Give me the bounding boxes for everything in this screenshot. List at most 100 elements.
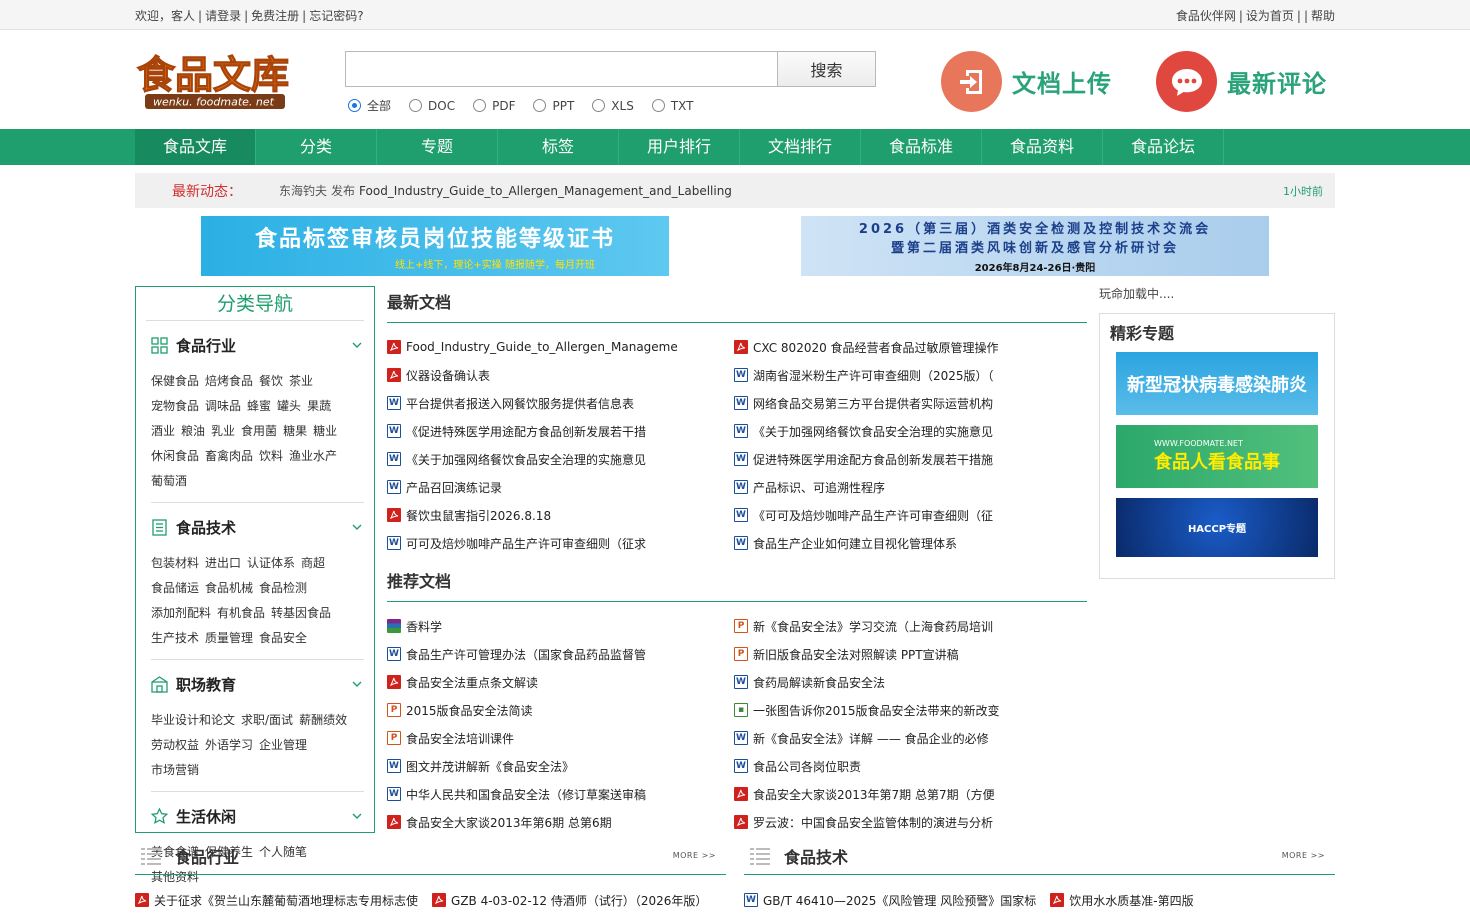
register-link[interactable]: 免费注册 (251, 9, 299, 23)
doc-link[interactable]: W 《促进特殊医学用途配方食品创新发展若干措 (387, 417, 734, 445)
category-link[interactable]: 认证体系 (247, 556, 295, 570)
doc-link[interactable]: 关于征求《贺兰山东麓葡萄酒地理标志专用标志使 (135, 886, 418, 914)
doc-link[interactable]: W 食品生产许可管理办法（国家食品药品监督管 (387, 640, 734, 668)
doc-link[interactable]: 餐饮虫鼠害指引2026.8.18 (387, 501, 734, 529)
doc-link[interactable]: GZB 4-03-02-12 侍酒师（试行）（2026年版） (432, 886, 707, 914)
category-link[interactable]: 畜禽肉品 (205, 449, 253, 463)
news-doc-link[interactable]: Food_Industry_Guide_to_Allergen_Manageme… (359, 184, 732, 198)
type-radio-xls[interactable]: XLS (592, 97, 634, 114)
nav-item-materials[interactable]: 食品资料 (982, 129, 1103, 165)
doc-link[interactable]: W 产品召回演练记录 (387, 473, 734, 501)
doc-link[interactable]: P 食品安全法培训课件 (387, 724, 734, 752)
doc-link[interactable]: Food_Industry_Guide_to_Allergen_Manageme (387, 333, 734, 361)
category-link[interactable]: 食品安全 (259, 631, 307, 645)
category-link[interactable]: 转基因食品 (271, 606, 331, 620)
category-link[interactable]: 蜂蜜 (247, 399, 271, 413)
doc-link[interactable]: P 2015版食品安全法简读 (387, 696, 734, 724)
category-link[interactable]: 饮料 (259, 449, 283, 463)
category-link[interactable]: 粮油 (181, 424, 205, 438)
category-link[interactable]: 乳业 (211, 424, 235, 438)
doc-link[interactable]: W 《可可及焙炒咖啡产品生产许可审查细则（征 (734, 501, 1087, 529)
category-link[interactable]: 有机食品 (217, 606, 265, 620)
category-link[interactable]: 薪酬绩效 (299, 713, 347, 727)
chevron-down-icon[interactable] (352, 811, 362, 821)
category-header[interactable]: 职场教育 (151, 660, 364, 708)
site-logo[interactable]: 食品文库 wenku. foodmate. net (135, 50, 303, 112)
help-link[interactable]: 帮助 (1311, 9, 1335, 23)
category-link[interactable]: 食品储运 (151, 581, 199, 595)
type-radio-txt[interactable]: TXT (651, 97, 694, 114)
chevron-down-icon[interactable] (352, 679, 362, 689)
type-radio-ppt[interactable]: PPT (533, 97, 574, 114)
category-link[interactable]: 毕业设计和论文 (151, 713, 235, 727)
nav-item-home[interactable]: 食品文库 (135, 129, 256, 165)
doc-link[interactable]: 香料学 (387, 612, 734, 640)
doc-link[interactable]: W 湖南省湿米粉生产许可审查细则（2025版）（ (734, 361, 1087, 389)
nav-item-tags[interactable]: 标签 (498, 129, 619, 165)
category-link[interactable]: 调味品 (205, 399, 241, 413)
industry-more-link[interactable]: MORE >> (673, 851, 716, 860)
category-link[interactable]: 宠物食品 (151, 399, 199, 413)
news-user[interactable]: 东海钓夫 (279, 182, 327, 199)
category-link[interactable]: 包装材料 (151, 556, 199, 570)
search-input[interactable] (345, 51, 777, 87)
category-link[interactable]: 食用菌 (241, 424, 277, 438)
category-link[interactable]: 餐饮 (259, 374, 283, 388)
category-link[interactable]: 焙烤食品 (205, 374, 253, 388)
category-link[interactable]: 糖果 (283, 424, 307, 438)
nav-item-topics[interactable]: 专题 (377, 129, 498, 165)
category-link[interactable]: 果蔬 (307, 399, 331, 413)
doc-link[interactable]: W GB/T 46410—2025《风险管理 风险预警》国家标 (744, 886, 1036, 914)
doc-link[interactable]: 食品安全大家谈2013年第6期 总第6期 (387, 808, 734, 836)
category-header[interactable]: 生活休闲 (151, 792, 364, 840)
type-radio-all[interactable]: 全部 (348, 97, 391, 114)
doc-link[interactable]: 仪器设备确认表 (387, 361, 734, 389)
nav-item-user-rank[interactable]: 用户排行 (619, 129, 740, 165)
doc-link[interactable]: CXC 802020 食品经营者食品过敏原管理操作 (734, 333, 1087, 361)
comments-promo[interactable]: 最新评论 (1156, 51, 1327, 112)
doc-link[interactable]: W 图文并茂讲解新《食品安全法》 (387, 752, 734, 780)
doc-link[interactable]: 食品安全大家谈2013年第7期 总第7期（方便 (734, 780, 1087, 808)
doc-link[interactable]: W 产品标识、可追溯性程序 (734, 473, 1087, 501)
doc-link[interactable]: W 可可及焙炒咖啡产品生产许可审查细则（征求 (387, 529, 734, 557)
type-radio-doc[interactable]: DOC (409, 97, 455, 114)
doc-link[interactable]: 罗云波：中国食品安全监管体制的演进与分析 (734, 808, 1087, 836)
category-link[interactable]: 葡萄酒 (151, 474, 187, 488)
category-link[interactable]: 罐头 (277, 399, 301, 413)
tech-more-link[interactable]: MORE >> (1282, 851, 1325, 860)
nav-item-forum[interactable]: 食品论坛 (1103, 129, 1224, 165)
category-link[interactable]: 食品检测 (259, 581, 307, 595)
set-home-link[interactable]: 设为首页 (1246, 9, 1294, 23)
category-link[interactable]: 茶业 (289, 374, 313, 388)
topic-covid[interactable]: 新型冠状病毒感染肺炎 (1116, 352, 1318, 415)
doc-link[interactable]: W 食药局解读新食品安全法 (734, 668, 1087, 696)
upload-promo[interactable]: 文档上传 (941, 51, 1112, 112)
doc-link[interactable]: 饮用水水质基准-第四版 (1050, 886, 1194, 914)
chevron-down-icon[interactable] (352, 340, 362, 350)
type-radio-pdf[interactable]: PDF (473, 97, 515, 114)
topic-haccp[interactable]: HACCP专题 (1116, 498, 1318, 557)
doc-link[interactable]: W 《关于加强网络餐饮食品安全治理的实施意见 (734, 417, 1087, 445)
category-link[interactable]: 市场营销 (151, 763, 199, 777)
doc-link[interactable]: W 中华人民共和国食品安全法（修订草案送审稿 (387, 780, 734, 808)
category-header[interactable]: 食品行业 (151, 321, 364, 369)
banner-liquor-conference[interactable]: 2026（第三届）酒类安全检测及控制技术交流会 暨第二届酒类风味创新及感官分析研… (801, 216, 1269, 276)
category-link[interactable]: 质量管理 (205, 631, 253, 645)
doc-link[interactable]: P 新旧版食品安全法对照解读 PPT宣讲稿 (734, 640, 1087, 668)
category-header[interactable]: 食品技术 (151, 503, 364, 551)
category-link[interactable]: 食品机械 (205, 581, 253, 595)
forgot-password-link[interactable]: 忘记密码? (309, 9, 363, 23)
category-link[interactable]: 商超 (301, 556, 325, 570)
category-link[interactable]: 生产技术 (151, 631, 199, 645)
category-link[interactable]: 劳动权益 (151, 738, 199, 752)
nav-item-standards[interactable]: 食品标准 (861, 129, 982, 165)
doc-link[interactable]: 食品安全法重点条文解读 (387, 668, 734, 696)
nav-item-category[interactable]: 分类 (256, 129, 377, 165)
category-link[interactable]: 进出口 (205, 556, 241, 570)
category-link[interactable]: 保健食品 (151, 374, 199, 388)
doc-link[interactable]: ▪ 一张图告诉你2015版食品安全法带来的新改变 (734, 696, 1087, 724)
doc-link[interactable]: W 《关于加强网络餐饮食品安全治理的实施意见 (387, 445, 734, 473)
category-link[interactable]: 求职/面试 (241, 713, 293, 727)
topic-food-news[interactable]: WWW.FOODMATE.NET 食品人看食品事 (1116, 425, 1318, 488)
category-link[interactable]: 糖业 (313, 424, 337, 438)
